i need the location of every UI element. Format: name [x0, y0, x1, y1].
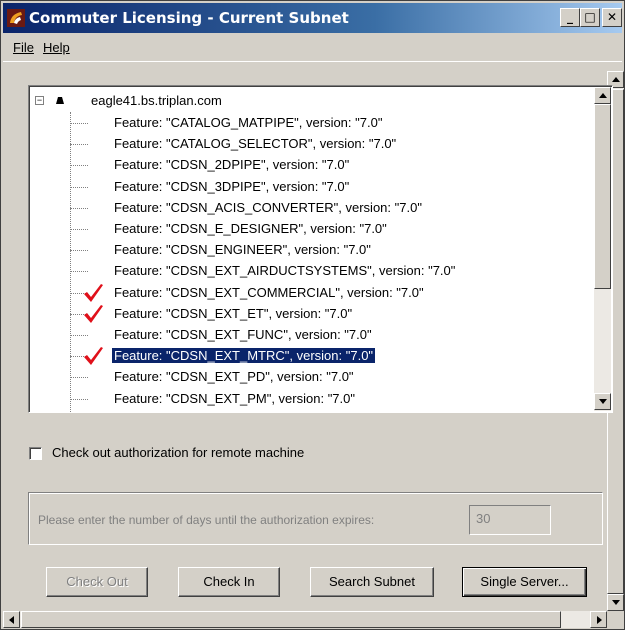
checked-out-check-icon [84, 304, 103, 323]
remote-machine-checkbox[interactable] [29, 447, 42, 460]
arrow-right-icon [597, 616, 602, 624]
title-bar[interactable]: Commuter Licensing - Current Subnet _ □ … [3, 3, 622, 33]
remote-machine-label: Check out authorization for remote machi… [52, 445, 305, 460]
close-button[interactable]: ✕ [602, 8, 622, 27]
tree-scroll-up-button[interactable] [594, 87, 611, 104]
feature-label: Feature: "CDSN_E_DESIGNER", version: "7.… [114, 221, 387, 236]
feature-label: Feature: "CDSN_EXT_PD", version: "7.0" [114, 369, 354, 385]
app-icon [7, 9, 25, 27]
window-scroll-right-button[interactable] [590, 611, 607, 628]
feature-label: Feature: "CDSN_3DPIPE", version: "7.0" [114, 178, 350, 194]
menu-file-label: File [13, 40, 34, 55]
feature-label: Feature: "CDSN_2DPIPE", version: "7.0" [114, 157, 350, 173]
check-in-button[interactable]: Check In [178, 567, 280, 597]
arrow-up-icon [612, 77, 620, 82]
checked-out-check-icon [84, 347, 103, 366]
minimize-icon: _ [567, 10, 573, 24]
feature-label: Feature: "CDSN_EXT_COMMERCIAL", version:… [114, 284, 424, 300]
host-name: eagle41.bs.triplan.com [91, 93, 222, 108]
feature-label: Feature: "CATALOG_SELECTOR", version: "7… [114, 136, 397, 152]
feature-label: Feature: "CDSN_EXT_FUNC", version: "7.0" [114, 327, 372, 342]
menu-file[interactable]: File [13, 40, 34, 55]
single-server-button[interactable]: Single Server... [462, 567, 587, 597]
server-icon [56, 97, 64, 104]
checked-out-check-icon [84, 283, 103, 302]
tree-connector [70, 123, 88, 124]
tree-scroll-thumb[interactable] [594, 104, 611, 289]
feature-label: Feature: "CATALOG_MATPIPE", version: "7.… [114, 115, 383, 130]
arrow-down-icon [599, 399, 607, 404]
window-scroll-down-button[interactable] [607, 594, 624, 611]
window-title: Commuter Licensing - Current Subnet [29, 9, 349, 27]
arrow-down-icon [612, 600, 620, 605]
menu-help[interactable]: Help [43, 40, 70, 55]
feature-label: Feature: "CDSN_ENGINEER", version: "7.0" [114, 242, 371, 258]
maximize-icon: □ [584, 10, 596, 24]
window-scroll-left-button[interactable] [3, 611, 20, 628]
expiry-days-input[interactable]: 30 [469, 505, 551, 535]
tree-connector-line [70, 112, 71, 412]
tree-connector [70, 377, 88, 379]
check-out-button[interactable]: Check Out [46, 567, 148, 597]
tree-vertical-scrollbar[interactable] [594, 87, 611, 411]
tree-connector [70, 144, 88, 146]
license-tree-view[interactable]: − eagle41.bs.triplan.com Feature: "CATAL… [28, 85, 613, 413]
commuter-licensing-window: Commuter Licensing - Current Subnet _ □ … [0, 0, 625, 630]
maximize-button[interactable]: □ [580, 8, 600, 27]
menu-bar: File Help [3, 35, 622, 62]
minimize-button[interactable]: _ [560, 8, 580, 27]
tree-connector [70, 271, 88, 273]
arrow-left-icon [9, 616, 14, 624]
tree-scroll-down-button[interactable] [594, 393, 611, 410]
close-icon: ✕ [606, 10, 618, 24]
search-subnet-button[interactable]: Search Subnet [310, 567, 434, 597]
expiry-prompt: Please enter the number of days until th… [38, 513, 375, 527]
window-horizontal-scrollbar[interactable] [3, 611, 607, 628]
tree-connector [70, 165, 88, 167]
arrow-up-icon [599, 93, 607, 98]
feature-label: Feature: "CDSN_EXT_PM", version: "7.0" [114, 390, 355, 406]
feature-label: Feature: "CDSN_EXT_ET", version: "7.0" [114, 305, 353, 321]
tree-connector [70, 207, 88, 209]
tree-connector [70, 398, 88, 400]
window-hscroll-thumb[interactable] [21, 611, 561, 628]
feature-label: Feature: "CDSN_ACIS_CONVERTER", version:… [114, 199, 422, 215]
feature-label: Feature: "CDSN_EXT_AIRDUCTSYSTEMS", vers… [114, 263, 456, 279]
tree-connector [70, 186, 88, 188]
collapse-icon[interactable]: − [35, 96, 44, 105]
tree-connector [70, 335, 88, 336]
feature-label: Feature: "CDSN_EXT_MTRC", version: "7.0" [110, 347, 377, 365]
menu-help-label: Help [43, 40, 70, 55]
tree-connector [70, 250, 88, 252]
tree-connector [70, 229, 88, 230]
